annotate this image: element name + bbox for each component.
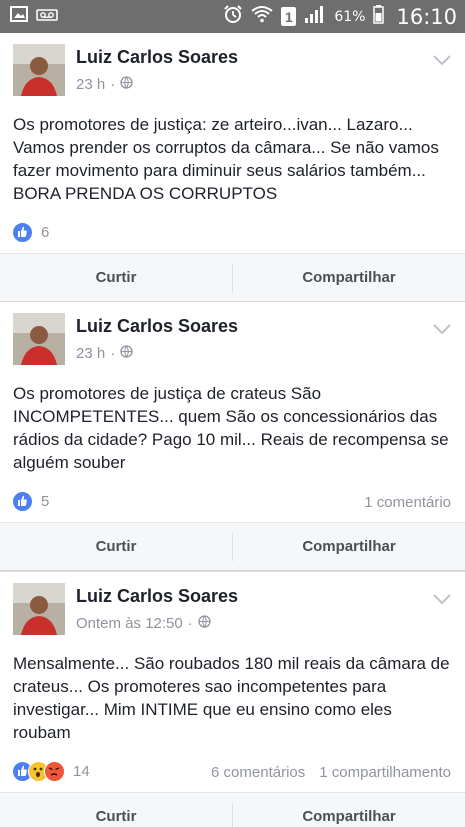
voicemail-icon — [36, 8, 58, 26]
avatar[interactable] — [13, 583, 65, 635]
post-card: Luiz Carlos Soares 23 h · Os promotores … — [0, 33, 465, 301]
avatar[interactable] — [13, 313, 65, 365]
post-actions: Curtir Compartilhar — [0, 792, 465, 827]
signal-icon — [304, 5, 326, 28]
author-name[interactable]: Luiz Carlos Soares — [76, 586, 238, 607]
reactions-bar[interactable]: 6 — [0, 213, 465, 253]
reaction-count: 14 — [73, 763, 90, 780]
chevron-down-icon[interactable] — [433, 592, 451, 610]
reactions-bar[interactable]: 5 1 comentário — [0, 482, 465, 522]
post-time[interactable]: Ontem às 12:50 — [76, 615, 183, 632]
dot-separator: · — [187, 615, 193, 632]
reaction-summary[interactable]: 5 — [12, 491, 49, 512]
reaction-count: 5 — [41, 493, 50, 510]
chevron-down-icon[interactable] — [433, 322, 451, 340]
share-button[interactable]: Compartilhar — [233, 254, 465, 301]
globe-icon — [198, 615, 211, 632]
post-actions: Curtir Compartilhar — [0, 522, 465, 570]
post-meta: 23 h · — [76, 345, 133, 362]
post-time[interactable]: 23 h — [76, 345, 105, 362]
post-card: Luiz Carlos Soares 23 h · Os promotores … — [0, 302, 465, 570]
like-button[interactable]: Curtir — [0, 254, 232, 301]
comments-count[interactable]: 1 comentário — [364, 494, 451, 511]
reaction-count: 6 — [41, 224, 50, 241]
engagement-counts: 1 comentário — [364, 494, 451, 511]
post-header: Luiz Carlos Soares 23 h · — [0, 302, 465, 372]
reactions-bar[interactable]: 14 6 comentários 1 compartilhamento — [0, 752, 465, 792]
reaction-summary[interactable]: 14 — [12, 761, 90, 782]
like-button[interactable]: Curtir — [0, 523, 232, 570]
battery-icon — [373, 4, 385, 29]
post-time[interactable]: 23 h — [76, 76, 105, 93]
post-text: Mensalmente... São roubados 180 mil reai… — [13, 654, 450, 742]
battery-percent: 61% — [334, 8, 366, 25]
globe-icon — [120, 76, 133, 93]
comments-count[interactable]: 6 comentários — [211, 764, 305, 781]
clock: 16:10 — [396, 4, 457, 29]
angry-reaction-icon — [44, 761, 65, 782]
author-name[interactable]: Luiz Carlos Soares — [76, 47, 238, 68]
post-card: Luiz Carlos Soares Ontem às 12:50 · Mens… — [0, 572, 465, 827]
status-bar: 1 61% 16:10 — [0, 0, 465, 33]
reaction-summary[interactable]: 6 — [12, 222, 49, 243]
status-right: 1 61% 16:10 — [223, 4, 457, 29]
post-header: Luiz Carlos Soares Ontem às 12:50 · — [0, 572, 465, 642]
post-actions: Curtir Compartilhar — [0, 253, 465, 301]
status-left — [10, 6, 58, 27]
dot-separator: · — [110, 76, 116, 93]
dot-separator: · — [110, 345, 116, 362]
post-meta: Ontem às 12:50 · — [76, 615, 211, 632]
shares-count[interactable]: 1 compartilhamento — [319, 764, 451, 781]
author-name[interactable]: Luiz Carlos Soares — [76, 316, 238, 337]
post-header: Luiz Carlos Soares 23 h · — [0, 33, 465, 103]
post-text: Os promotores de justiça de crateus São … — [13, 384, 449, 472]
notification-image-icon — [10, 6, 28, 27]
like-reaction-icon — [12, 222, 33, 243]
engagement-counts: 6 comentários 1 compartilhamento — [211, 764, 451, 781]
share-button[interactable]: Compartilhar — [233, 793, 465, 827]
chevron-down-icon[interactable] — [433, 53, 451, 71]
sim-badge: 1 — [281, 7, 297, 26]
alarm-icon — [223, 4, 243, 29]
share-button[interactable]: Compartilhar — [233, 523, 465, 570]
globe-icon — [120, 345, 133, 362]
post-text: Os promotores de justiça: ze arteiro...i… — [13, 115, 439, 203]
like-reaction-icon — [12, 491, 33, 512]
post-meta: 23 h · — [76, 76, 133, 93]
like-button[interactable]: Curtir — [0, 793, 232, 827]
wifi-icon — [251, 5, 273, 28]
avatar[interactable] — [13, 44, 65, 96]
